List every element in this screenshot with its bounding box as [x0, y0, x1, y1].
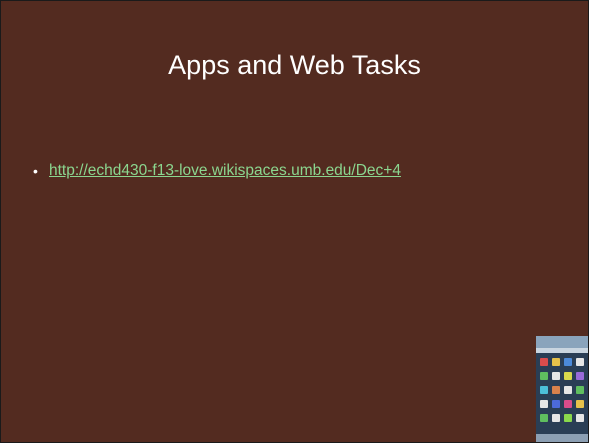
thumbnail-app-icon: [576, 414, 584, 422]
thumbnail-app-icon: [540, 400, 548, 408]
thumbnail-app-icon: [540, 414, 548, 422]
thumbnail-app-icon: [564, 386, 572, 394]
thumbnail-app-icon: [576, 400, 584, 408]
thumbnail-app-icon: [540, 372, 548, 380]
thumbnail-app-icon: [540, 358, 548, 366]
bullet-marker: •: [33, 163, 38, 179]
thumbnail-app-icon: [564, 414, 572, 422]
thumbnail-app-grid: [540, 358, 586, 422]
wiki-link[interactable]: http://echd430-f13-love.wikispaces.umb.e…: [49, 159, 401, 183]
thumbnail-app-icon: [564, 358, 572, 366]
thumbnail-app-icon: [552, 400, 560, 408]
thumbnail-app-icon: [552, 372, 560, 380]
thumbnail-app-icon: [564, 372, 572, 380]
thumbnail-app-icon: [540, 386, 548, 394]
thumbnail-app-icon: [576, 358, 584, 366]
thumbnail-app-icon: [576, 386, 584, 394]
screenshot-thumbnail-image: [536, 336, 588, 442]
thumbnail-header-bar: [536, 336, 588, 348]
thumbnail-app-icon: [552, 358, 560, 366]
thumbnail-app-icon: [564, 400, 572, 408]
slide: Apps and Web Tasks • http://echd430-f13-…: [0, 0, 589, 443]
thumbnail-app-icon: [552, 414, 560, 422]
bullet-item: • http://echd430-f13-love.wikispaces.umb…: [33, 159, 573, 183]
thumbnail-app-icon: [576, 372, 584, 380]
thumbnail-subheader-bar: [536, 348, 588, 353]
bullet-list: • http://echd430-f13-love.wikispaces.umb…: [33, 159, 573, 183]
slide-title: Apps and Web Tasks: [168, 50, 421, 80]
thumbnail-app-icon: [552, 386, 560, 394]
thumbnail-footer-bar: [536, 434, 588, 442]
